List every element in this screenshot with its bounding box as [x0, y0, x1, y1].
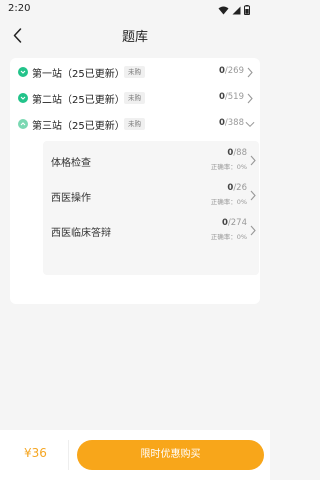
sub-topic-name: 西医操作	[51, 193, 91, 204]
station-progress: 0/388	[218, 118, 244, 128]
station-name: 第二站（25已更新）	[32, 95, 125, 106]
chevron-right-icon	[245, 91, 255, 105]
signal-icon	[232, 6, 241, 14]
chevron-right-icon	[245, 65, 255, 79]
purchase-status-badge: 未购	[124, 118, 145, 130]
accuracy-rate: 正确率：0%	[210, 163, 247, 171]
chevron-right-icon	[248, 223, 257, 237]
sub-topic-progress: 0/88	[227, 148, 247, 158]
sub-topic-progress: 0/274	[221, 218, 247, 228]
wifi-icon	[218, 6, 229, 14]
divider	[68, 440, 69, 470]
question-bank-card: 第一站（25已更新） 未购 0/269 第二站（25已更新） 未购 0/519 …	[10, 58, 260, 304]
price-label: ¥36	[24, 446, 47, 460]
sub-topic-name: 西医临床答辩	[51, 228, 111, 239]
chevron-down-icon	[245, 117, 255, 131]
sub-topic-progress: 0/26	[227, 183, 247, 193]
nav-bar: 题库	[0, 20, 270, 50]
page-title: 题库	[121, 30, 148, 45]
sub-topic-row-2[interactable]: 西医操作 0/26 正确率：0%	[43, 178, 259, 212]
purchase-bar: ¥36 限时优惠购买	[0, 430, 270, 480]
chevron-right-icon	[248, 153, 257, 167]
accuracy-rate: 正确率：0%	[210, 233, 247, 241]
station-row-3[interactable]: 第三站（25已更新） 未购 0/388	[10, 112, 260, 136]
chevron-right-icon	[248, 188, 257, 202]
station-progress: 0/519	[218, 92, 244, 102]
expand-circle-icon	[18, 119, 28, 129]
station-row-2[interactable]: 第二站（25已更新） 未购 0/519	[10, 86, 260, 110]
station-name: 第一站（25已更新）	[32, 69, 125, 80]
status-time: 2:20	[8, 3, 31, 14]
purchase-status-badge: 未购	[124, 92, 145, 104]
sub-topic-panel: 体格检查 0/88 正确率：0% 西医操作 0/26 正确率：0% 西医临床答辩…	[43, 141, 259, 275]
station-name: 第三站（25已更新）	[32, 121, 125, 132]
status-bar: 2:20	[0, 0, 270, 20]
accuracy-rate: 正确率：0%	[210, 198, 247, 206]
sub-topic-name: 体格检查	[51, 158, 91, 169]
purchase-status-badge: 未购	[124, 66, 145, 78]
battery-icon	[244, 5, 250, 15]
check-circle-icon	[18, 93, 28, 103]
status-icons	[215, 4, 250, 16]
station-row-1[interactable]: 第一站（25已更新） 未购 0/269	[10, 60, 260, 84]
sub-topic-row-1[interactable]: 体格检查 0/88 正确率：0%	[43, 143, 259, 177]
sub-topic-row-3[interactable]: 西医临床答辩 0/274 正确率：0%	[43, 213, 259, 247]
check-circle-icon	[18, 67, 28, 77]
buy-button[interactable]: 限时优惠购买	[77, 440, 264, 470]
station-progress: 0/269	[218, 66, 244, 76]
